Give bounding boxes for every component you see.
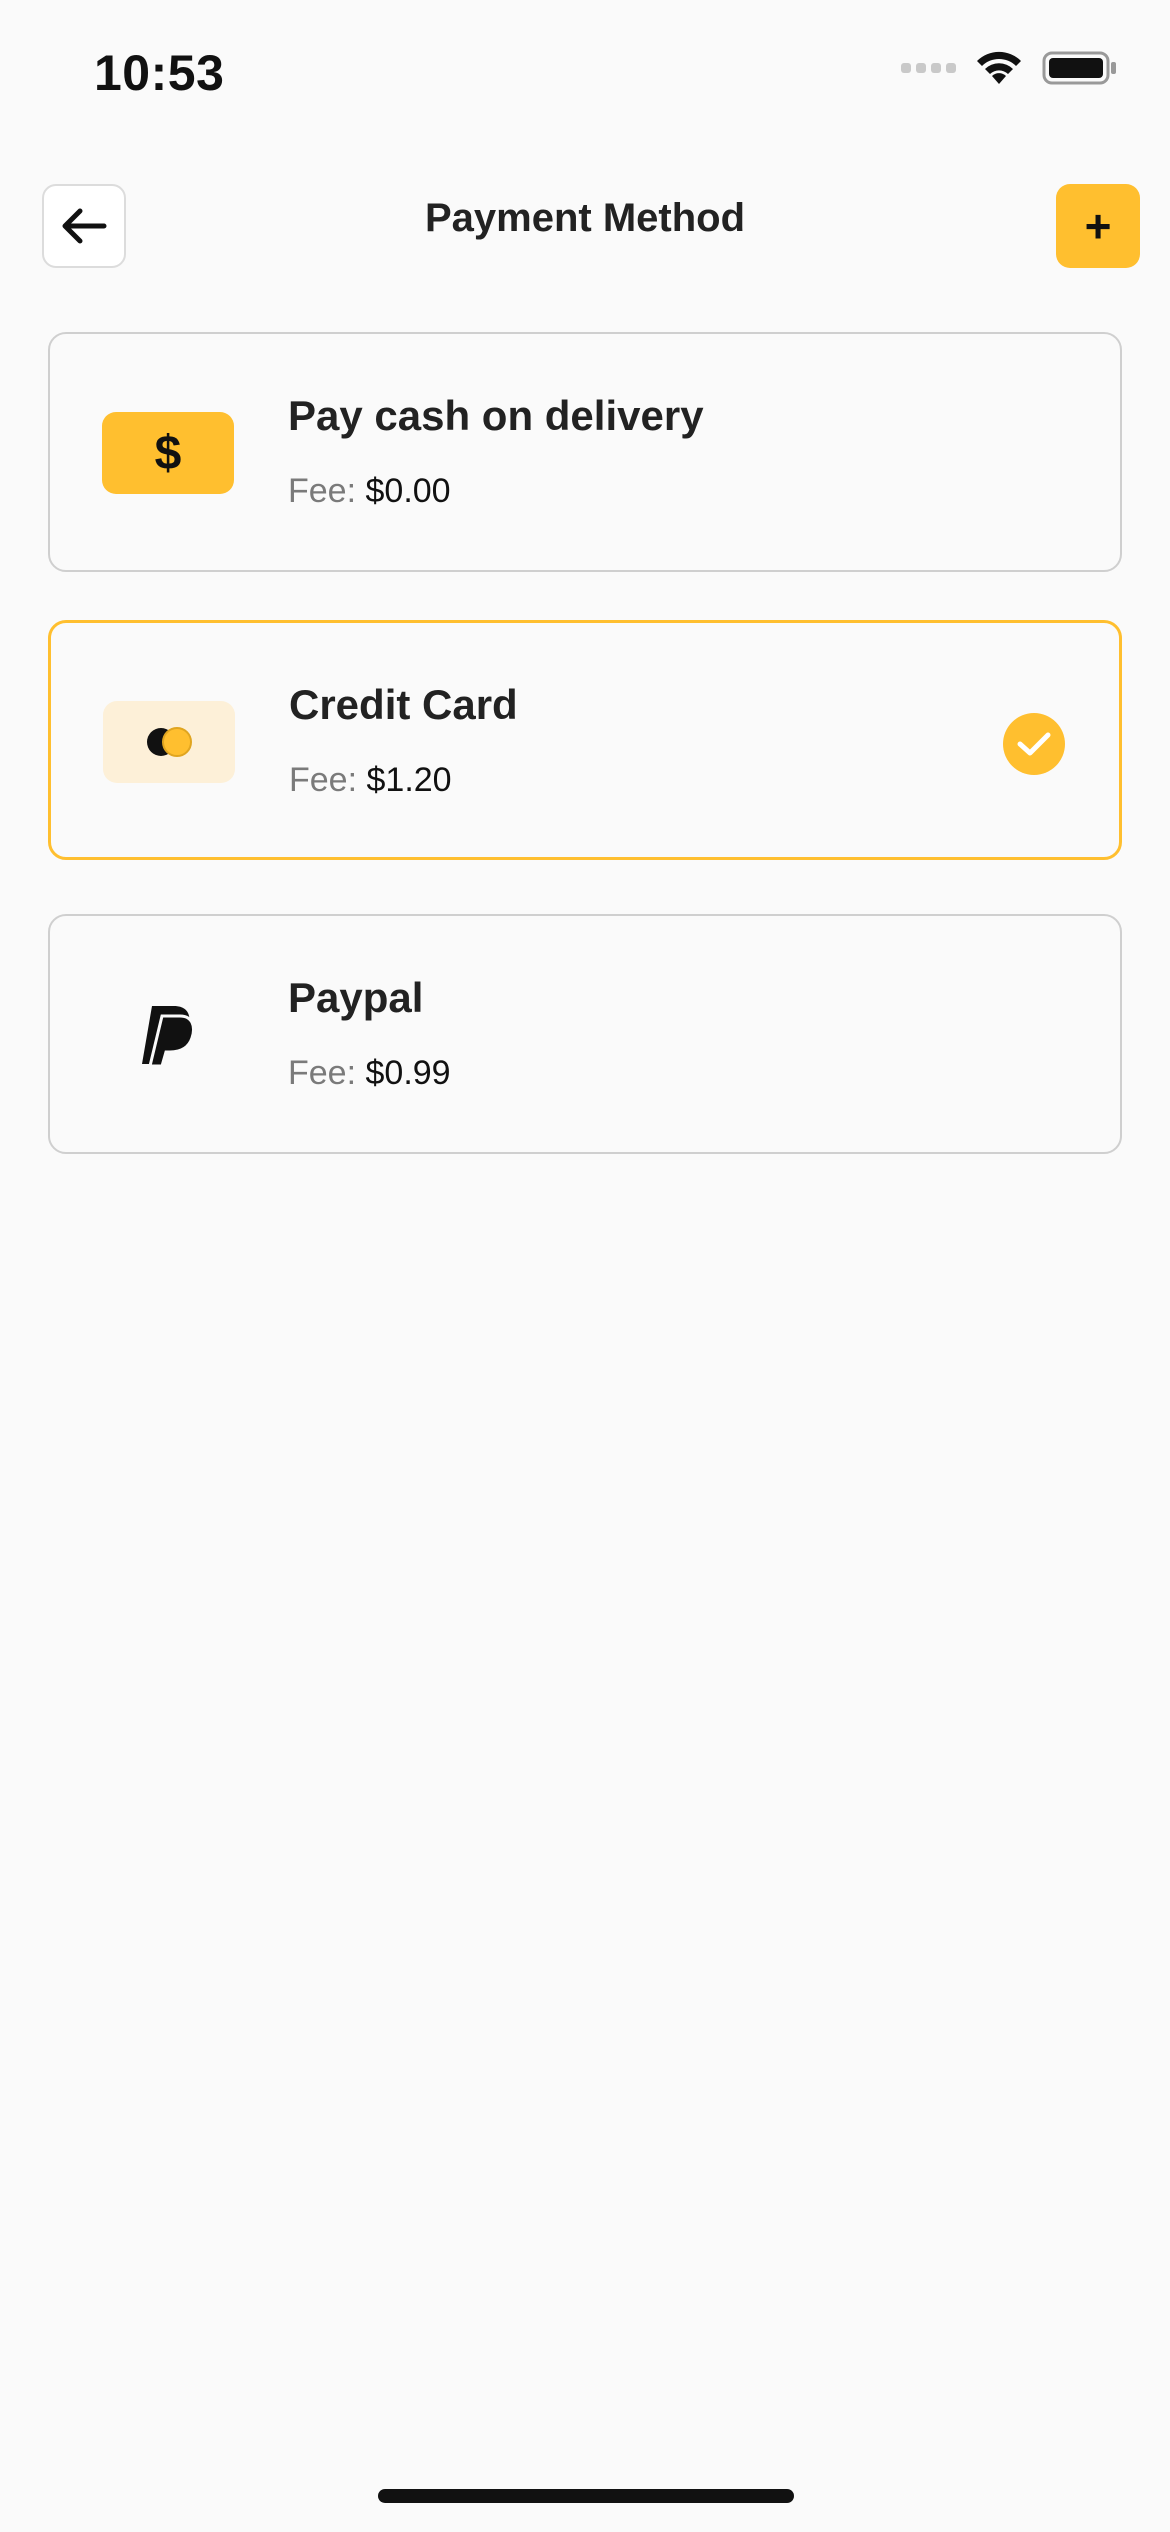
page-title: Payment Method xyxy=(424,196,746,240)
payment-option-title: Paypal xyxy=(288,974,424,1021)
payment-option-cash[interactable]: $ Pay cash on delivery Fee: $0.00 xyxy=(48,332,1122,572)
payment-option-fee: Fee: $0.00 xyxy=(288,472,451,511)
selected-check-icon xyxy=(1003,713,1065,775)
fee-label: Fee: xyxy=(289,761,358,799)
payment-option-paypal[interactable]: Paypal Fee: $0.99 xyxy=(48,914,1122,1154)
fee-label: Fee: xyxy=(288,472,357,510)
add-payment-button[interactable]: + xyxy=(1056,184,1140,268)
signal-icon xyxy=(901,63,956,73)
payment-method-screen: 10:53 Payment Method + $ Pay cash on del… xyxy=(0,0,1170,2532)
payment-option-title: Credit Card xyxy=(289,681,518,728)
fee-value: $0.99 xyxy=(365,1054,451,1092)
payment-option-fee: Fee: $1.20 xyxy=(289,761,452,800)
status-icons xyxy=(901,50,1118,86)
fee-value: $0.00 xyxy=(365,472,451,510)
wifi-icon xyxy=(977,51,1021,84)
svg-text:$: $ xyxy=(155,427,182,480)
status-time: 10:53 xyxy=(94,45,225,101)
fee-value: $1.20 xyxy=(366,761,452,799)
payment-option-title: Pay cash on delivery xyxy=(288,392,704,439)
paypal-icon xyxy=(102,994,234,1076)
home-indicator[interactable] xyxy=(378,2489,794,2503)
credit-card-icon xyxy=(103,701,235,783)
payment-option-fee: Fee: $0.99 xyxy=(288,1054,451,1093)
payment-option-credit-card[interactable]: Credit Card Fee: $1.20 xyxy=(48,620,1122,860)
battery-icon xyxy=(1042,51,1116,85)
dollar-icon: $ xyxy=(102,412,234,494)
fee-label: Fee: xyxy=(288,1054,357,1092)
